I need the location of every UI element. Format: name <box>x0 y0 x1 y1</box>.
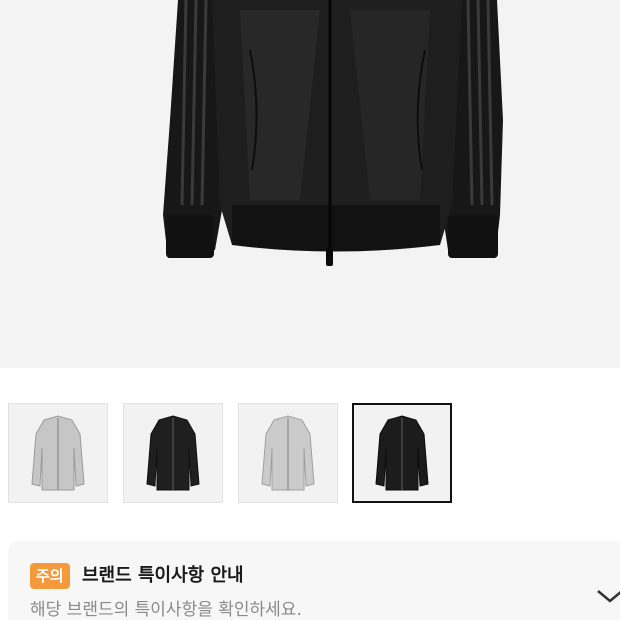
caution-badge: 주의 <box>30 563 70 589</box>
black-jacket-thumbnail-icon <box>375 415 429 491</box>
thumbnail-strip <box>0 403 620 505</box>
silver-jacket-thumbnail-icon <box>261 415 315 491</box>
silver-jacket-thumbnail-icon <box>31 415 85 491</box>
notice-title: 브랜드 특이사항 안내 <box>82 565 244 586</box>
thumbnail-2[interactable] <box>123 403 223 503</box>
thumbnail-4-selected[interactable] <box>352 403 452 503</box>
black-jacket-thumbnail-icon <box>146 415 200 491</box>
chevron-down-icon[interactable] <box>592 573 620 613</box>
brand-notice-card[interactable]: 주의 브랜드 특이사항 안내 해당 브랜드의 특이사항을 확인하세요. <box>8 541 620 620</box>
notice-description: 해당 브랜드의 특이사항을 확인하세요. <box>30 600 302 620</box>
product-main-image[interactable] <box>0 0 620 368</box>
black-track-jacket-image <box>163 0 503 266</box>
thumbnail-1[interactable] <box>8 403 108 503</box>
thumbnail-3[interactable] <box>238 403 338 503</box>
